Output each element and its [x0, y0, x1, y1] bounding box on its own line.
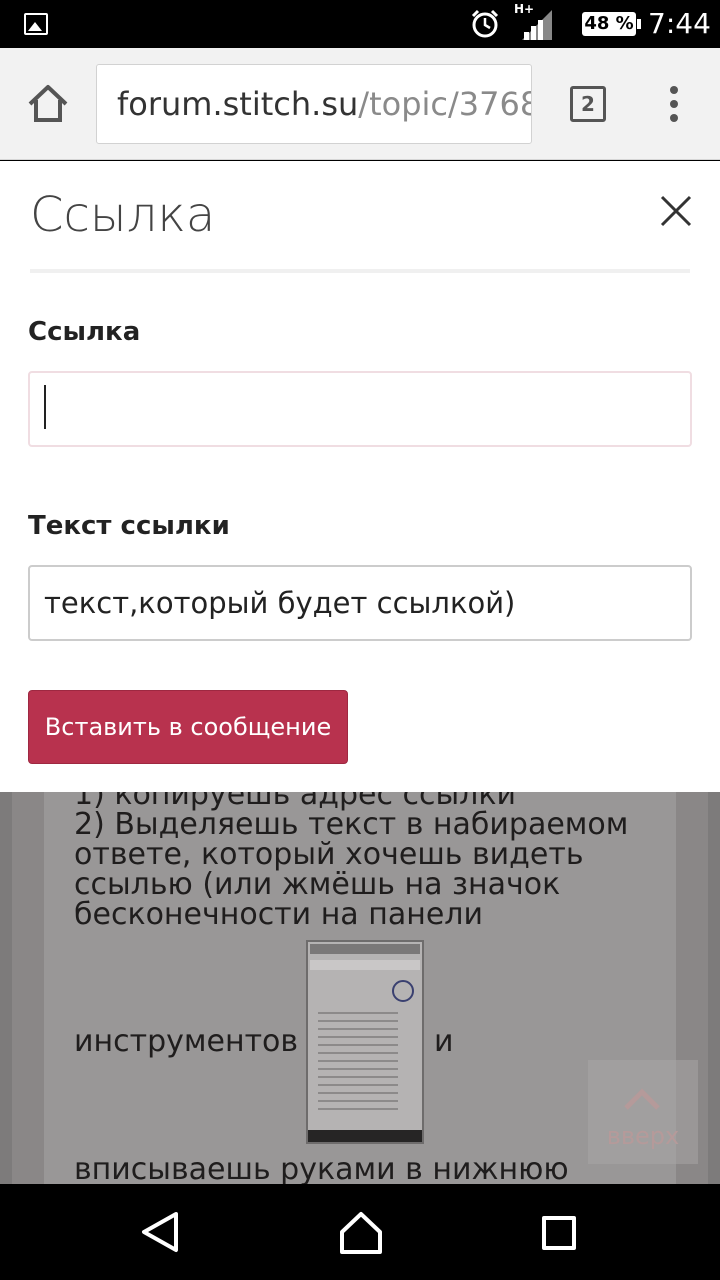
- clock: 7:44: [648, 7, 711, 40]
- background-page: 1) копируешь адрес ссылки 2) Выделяешь т…: [0, 792, 720, 1184]
- link-text-label: Текст ссылки: [28, 511, 230, 541]
- status-bar: H+ 48 % 7:44: [0, 0, 720, 48]
- battery-icon: 48 %: [582, 12, 641, 36]
- dialog-title: Ссылка: [30, 187, 216, 243]
- post-line: вписываешь руками в нижнюю: [74, 1152, 569, 1184]
- insert-link-dialog: Ссылка Ссылка Текст ссылки Вставить в со…: [0, 161, 720, 792]
- gallery-icon: [24, 13, 48, 35]
- url-host: forum.stitch.su: [117, 85, 359, 123]
- chevron-up-icon: [624, 1088, 660, 1110]
- close-icon[interactable]: [660, 195, 692, 227]
- overflow-menu-icon[interactable]: [664, 86, 684, 126]
- insert-into-message-button[interactable]: Вставить в сообщение: [28, 690, 348, 764]
- tab-switcher-button[interactable]: 2: [570, 86, 606, 122]
- text-cursor: [44, 385, 46, 429]
- recent-apps-icon[interactable]: [542, 1216, 576, 1250]
- link-url-input[interactable]: [28, 371, 692, 447]
- divider: [30, 269, 690, 273]
- alarm-icon: [471, 9, 499, 38]
- back-icon[interactable]: [138, 1210, 182, 1254]
- screenshot-thumbnail[interactable]: [306, 940, 424, 1144]
- post-line: и: [434, 1024, 454, 1059]
- post-line: бесконечности на панели: [74, 897, 483, 932]
- url-bar[interactable]: forum.stitch.su/topic/3768: [96, 64, 532, 144]
- post-line: инструментов: [74, 1024, 299, 1059]
- post-line: 2) Выделяешь текст в набираемом: [74, 807, 629, 842]
- home-nav-icon[interactable]: [338, 1210, 384, 1256]
- home-icon[interactable]: [26, 82, 70, 126]
- url-path: /topic/3768: [358, 85, 532, 123]
- scroll-top-label: вверх: [606, 1122, 680, 1150]
- link-text-input[interactable]: [28, 565, 692, 641]
- signal-icon: [522, 10, 552, 40]
- browser-toolbar: forum.stitch.su/topic/3768 2: [0, 48, 720, 160]
- scroll-top-button[interactable]: вверх: [588, 1060, 698, 1164]
- system-nav-bar: [0, 1184, 720, 1280]
- post-line: ответе, который хочешь видеть: [74, 837, 584, 872]
- link-url-label: Ссылка: [28, 317, 141, 347]
- post-text: 1) копируешь адрес ссылки 2) Выделяешь т…: [74, 792, 674, 930]
- post-line: ссылью (или жмёшь на значок: [74, 867, 561, 902]
